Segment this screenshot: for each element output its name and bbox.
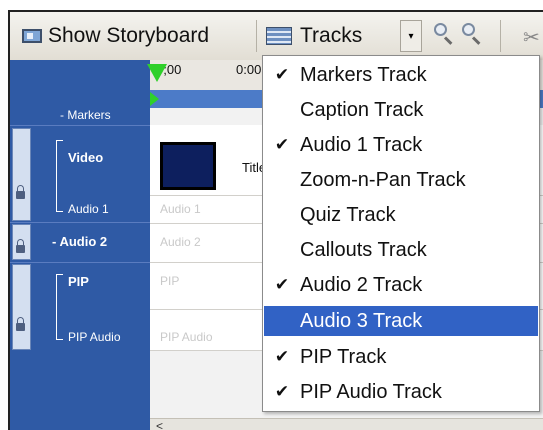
audio2-placeholder: Audio 2 [160,235,201,249]
ruler-time-1: 0:00 [236,62,262,77]
audio2-track-label: - Audio 2 [52,234,108,249]
check-icon: ✔ [274,347,290,366]
menu-item-label: Caption Track [300,98,424,121]
storyboard-icon [22,29,42,43]
pip-track-label: PIP [68,274,89,289]
video-track-label: Video [68,150,104,165]
menu-item-markers-track[interactable]: ✔ Markers Track [264,60,538,90]
markers-track-label: - Markers [60,108,111,122]
pip-audio-placeholder: PIP Audio [160,330,213,344]
timeline-toolbar: Show Storyboard Tracks ▾ ✂ [10,12,543,61]
tracks-dropdown-arrow[interactable]: ▾ [400,20,422,52]
audio1-track-label: Audio 1 [68,202,109,216]
playhead-icon[interactable] [147,64,167,82]
video-clip-thumbnail[interactable] [160,142,216,190]
show-storyboard-button[interactable]: Show Storyboard [22,20,209,52]
menu-item-callouts-track[interactable]: Callouts Track [264,235,538,265]
tracks-button[interactable]: Tracks [266,20,362,52]
toolbar-separator [256,20,257,52]
divider [10,262,150,263]
menu-item-caption-track[interactable]: Caption Track [264,95,538,125]
menu-item-label: Audio 3 Track [300,309,423,332]
tracks-dropdown-menu: ✔ Markers Track Caption Track ✔ Audio 1 Tr… [262,55,540,412]
track-group-bracket [56,140,63,212]
check-icon: ✔ [274,135,290,154]
menu-item-pip-track[interactable]: ✔ PIP Track [264,342,538,372]
check-icon: ✔ [274,382,290,401]
menu-item-audio2-track[interactable]: ✔ Audio 2 Track [264,270,538,300]
tracks-label: Tracks [300,24,363,47]
zoom-in-icon[interactable] [434,23,456,45]
menu-item-label: Zoom-n-Pan Track [300,168,466,191]
lock-icon [16,317,25,331]
zoom-out-icon[interactable] [462,23,484,45]
lock-icon [16,185,25,199]
chevron-down-icon: ▾ [408,30,414,42]
divider [10,222,150,223]
menu-item-label: Markers Track [300,63,427,86]
show-storyboard-label: Show Storyboard [48,24,210,47]
pip-track-lock[interactable] [12,264,31,350]
menu-item-audio1-track[interactable]: ✔ Audio 1 Track [264,130,538,160]
horizontal-scrollbar[interactable]: < [150,418,543,430]
pip-placeholder: PIP [160,274,180,288]
pip-audio-track-label: PIP Audio [68,330,121,344]
lock-icon [16,239,25,253]
menu-item-audio3-track[interactable]: Audio 3 Track [264,306,538,336]
divider [10,125,150,126]
marker-icon [150,92,159,106]
menu-item-zoom-n-pan-track[interactable]: Zoom-n-Pan Track [264,165,538,195]
menu-item-label: Audio 2 Track [300,273,423,296]
video-track-lock[interactable] [12,128,31,221]
track-group-bracket [56,274,63,340]
scroll-left-icon[interactable]: < [156,419,170,430]
menu-item-label: PIP Track [300,345,387,368]
scissors-icon[interactable]: ✂ [523,25,540,50]
menu-item-label: Callouts Track [300,238,427,261]
menu-item-label: Audio 1 Track [300,133,423,156]
menu-item-pip-audio-track[interactable]: ✔ PIP Audio Track [264,377,538,407]
menu-item-label: Quiz Track [300,203,396,226]
audio2-track-lock[interactable] [12,224,31,260]
menu-item-label: PIP Audio Track [300,380,442,403]
menu-item-quiz-track[interactable]: Quiz Track [264,200,538,230]
toolbar-separator [500,20,501,52]
audio1-placeholder: Audio 1 [160,202,201,216]
tracks-icon [266,27,292,45]
check-icon: ✔ [274,65,290,84]
check-icon: ✔ [274,275,290,294]
